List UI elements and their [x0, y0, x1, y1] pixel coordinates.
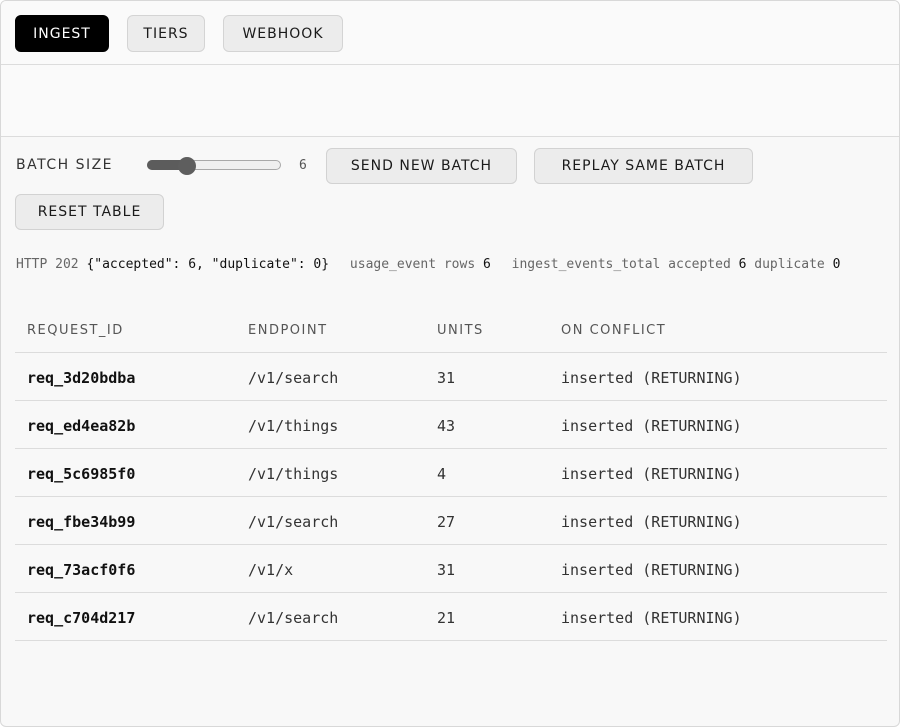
table-row: req_73acf0f6 /v1/x 31 inserted (RETURNIN…: [15, 545, 887, 593]
reset-table-button[interactable]: RESET TABLE: [15, 194, 164, 230]
table-row: req_5c6985f0 /v1/things 4 inserted (RETU…: [15, 449, 887, 497]
on-conflict-cell: inserted (RETURNING): [561, 609, 742, 627]
on-conflict-cell: inserted (RETURNING): [561, 417, 742, 435]
header-endpoint: ENDPOINT: [248, 323, 328, 338]
units-cell: 21: [437, 609, 456, 627]
tab-ingest[interactable]: INGEST: [15, 15, 109, 52]
table-header: REQUEST_ID ENDPOINT UNITS ON CONFLICT: [15, 306, 887, 353]
endpoint-cell: /v1/things: [248, 417, 339, 435]
header-request-id: REQUEST_ID: [27, 323, 124, 338]
endpoint-cell: /v1/search: [248, 369, 339, 387]
tab-bar: INGEST TIERS WEBHOOK: [1, 1, 899, 65]
header-on-conflict: ON CONFLICT: [561, 323, 667, 338]
accepted-value: 6: [738, 257, 747, 272]
table-row: req_3d20bdba /v1/search 31 inserted (RET…: [15, 353, 887, 401]
tab-webhook[interactable]: WEBHOOK: [223, 15, 343, 52]
on-conflict-cell: inserted (RETURNING): [561, 369, 742, 387]
duplicate-label: duplicate: [754, 257, 825, 272]
empty-panel: [1, 65, 899, 137]
status-line: HTTP 202 {"accepted": 6, "duplicate": 0}…: [16, 257, 840, 272]
request-id-cell: req_c704d217: [27, 609, 136, 627]
request-id-cell: req_3d20bdba: [27, 369, 136, 387]
request-id-cell: req_73acf0f6: [27, 561, 136, 579]
send-new-batch-button[interactable]: SEND NEW BATCH: [326, 148, 517, 184]
units-cell: 43: [437, 417, 456, 435]
endpoint-cell: /v1/x: [248, 561, 294, 579]
on-conflict-cell: inserted (RETURNING): [561, 465, 742, 483]
app-frame: INGEST TIERS WEBHOOK BATCH SIZE 6 SEND N…: [0, 0, 900, 727]
batch-size-value: 6: [299, 158, 307, 173]
table-row: req_ed4ea82b /v1/things 43 inserted (RET…: [15, 401, 887, 449]
on-conflict-cell: inserted (RETURNING): [561, 561, 742, 579]
batch-size-label: BATCH SIZE: [16, 157, 114, 173]
metric-label: ingest_events_total accepted: [511, 257, 731, 272]
http-status: HTTP 202: [16, 257, 79, 272]
duplicate-value: 0: [832, 257, 841, 272]
request-id-cell: req_ed4ea82b: [27, 417, 136, 435]
request-id-cell: req_fbe34b99: [27, 513, 136, 531]
response-body: {"accepted": 6, "duplicate": 0}: [86, 257, 330, 272]
batch-size-slider[interactable]: [147, 157, 281, 175]
endpoint-cell: /v1/search: [248, 609, 339, 627]
events-table: REQUEST_ID ENDPOINT UNITS ON CONFLICT re…: [15, 306, 887, 641]
request-id-cell: req_5c6985f0: [27, 465, 136, 483]
table-row: req_c704d217 /v1/search 21 inserted (RET…: [15, 593, 887, 641]
units-cell: 31: [437, 561, 456, 579]
table-row: req_fbe34b99 /v1/search 27 inserted (RET…: [15, 497, 887, 545]
units-cell: 27: [437, 513, 456, 531]
endpoint-cell: /v1/things: [248, 465, 339, 483]
tab-tiers[interactable]: TIERS: [127, 15, 205, 52]
units-cell: 4: [437, 465, 447, 483]
endpoint-cell: /v1/search: [248, 513, 339, 531]
rows-value: 6: [482, 257, 491, 272]
on-conflict-cell: inserted (RETURNING): [561, 513, 742, 531]
units-cell: 31: [437, 369, 456, 387]
header-units: UNITS: [437, 323, 484, 338]
rows-label: usage_event rows: [349, 257, 476, 272]
replay-same-batch-button[interactable]: REPLAY SAME BATCH: [534, 148, 753, 184]
slider-thumb[interactable]: [178, 157, 197, 175]
